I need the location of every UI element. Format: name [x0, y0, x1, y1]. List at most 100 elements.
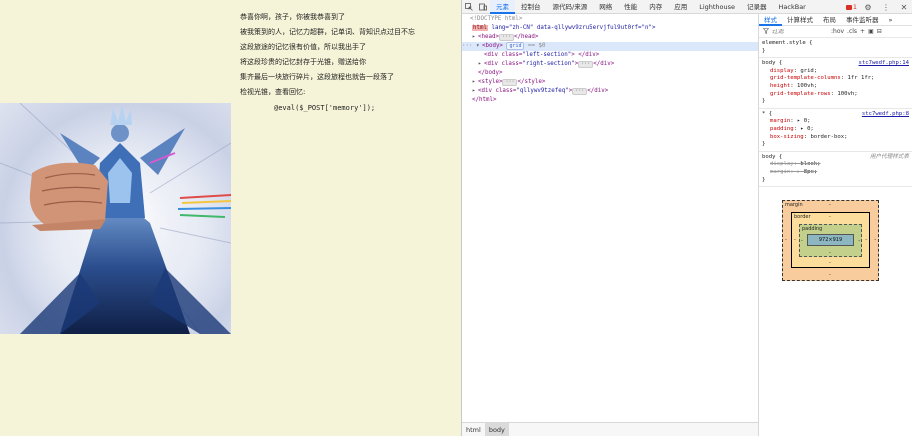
add-rule-icon[interactable]: +: [860, 28, 865, 35]
filter-icon: [762, 27, 770, 36]
story-text: 恭喜你啊，孩子，你被我恭喜到了 被我策到的人，记忆力超群，记单词、背知识点过目不…: [240, 10, 455, 116]
error-badge[interactable]: 1: [845, 3, 857, 11]
css-property[interactable]: box-sizing: border-box;: [762, 134, 910, 142]
doctype-node[interactable]: <!DOCTYPE html>: [470, 15, 522, 24]
tab-application[interactable]: 应用: [668, 0, 693, 14]
tab-console[interactable]: 控制台: [515, 0, 547, 14]
head-node[interactable]: ▸ <head> ··· </head>: [472, 33, 538, 42]
story-line: 这段旅途的记忆很有价值，所以我出手了: [240, 43, 366, 52]
rendered-page: 恭喜你啊，孩子，你被我恭喜到了 被我策到的人，记忆力超群，记单词、背知识点过目不…: [0, 0, 461, 436]
padding-left-value[interactable]: -: [801, 238, 803, 244]
tab-recorder[interactable]: 记录器: [741, 0, 773, 14]
error-count: 1: [852, 3, 857, 11]
css-property[interactable]: display: block;: [762, 161, 910, 169]
left-section-node[interactable]: <div class="left-section"> </div>: [484, 51, 599, 60]
css-property[interactable]: margin: ▸ 0;: [762, 118, 910, 126]
right-section-node[interactable]: ▸ <div class="right-section"> ··· </div>: [478, 60, 614, 69]
inspect-element-icon[interactable]: [462, 0, 476, 14]
breadcrumb-body[interactable]: body: [484, 422, 509, 436]
paint-icon[interactable]: ▣: [868, 28, 874, 35]
story-line: 检视光锥，查看回忆:: [240, 88, 306, 97]
breadcrumb: html body: [462, 422, 758, 436]
code-snippet: @eval($_POST['memory']);: [274, 103, 376, 112]
tab-styles[interactable]: 样式: [759, 14, 782, 26]
tab-performance[interactable]: 性能: [618, 0, 643, 14]
story-line: 被我策到的人，记忆力超群，记单词、背知识点过目不忘: [240, 28, 415, 37]
close-icon[interactable]: ✕: [897, 0, 911, 14]
story-line: 将这段珍贵的记忆封存于光锥，赠送给你: [240, 58, 366, 67]
source-link[interactable]: stc7wedf.php:14: [858, 60, 909, 68]
css-property[interactable]: grid-template-columns: 1fr 1fr;: [762, 75, 910, 83]
margin-right-value[interactable]: -: [874, 237, 876, 243]
ellipsis-badge[interactable]: ···: [572, 88, 588, 95]
margin-top-value[interactable]: -: [829, 202, 831, 208]
breadcrumb-html[interactable]: html: [462, 423, 485, 436]
ellipsis-badge[interactable]: ···: [578, 61, 594, 68]
border-right-value[interactable]: -: [865, 237, 867, 243]
css-property[interactable]: grid-template-rows: 100vh;: [762, 91, 910, 99]
margin-label: margin: [785, 202, 803, 208]
user-agent-label: 用户代理样式表: [869, 153, 909, 160]
css-property[interactable]: height: 100vh;: [762, 83, 910, 91]
css-property[interactable]: margin: ▸ 8px;: [762, 169, 910, 177]
devtools-panel: 元素 控制台 源代码/来源 网络 性能 内存 应用 Lighthouse 记录器…: [461, 0, 912, 436]
html-attrs: lang="zh-CN" data-qllywv9zru5ervjful9ut0…: [487, 25, 656, 31]
universal-rule[interactable]: stc7wedf.php:8 * { margin: ▸ 0; padding:…: [759, 109, 912, 152]
styles-subtabs: 样式 计算样式 布局 事件监听器 »: [759, 14, 912, 26]
grid-badge[interactable]: grid: [506, 42, 525, 50]
ellipsis-badge[interactable]: ···: [502, 79, 518, 86]
tab-elements[interactable]: 元素: [490, 0, 515, 14]
css-property[interactable]: padding: ▸ 0;: [762, 126, 910, 134]
cls-button[interactable]: .cls: [847, 28, 857, 35]
row-menu-icon[interactable]: ···: [462, 43, 472, 49]
filter-input[interactable]: [772, 28, 828, 35]
border-label: border: [794, 214, 811, 220]
padding-right-value[interactable]: -: [858, 238, 860, 244]
html-close-node[interactable]: </html>: [472, 96, 496, 105]
content-box[interactable]: 972×919: [807, 234, 854, 246]
tab-lighthouse[interactable]: Lighthouse: [693, 0, 741, 14]
element-style-rule[interactable]: element.style { }: [759, 38, 912, 59]
tab-hackbar[interactable]: HackBar: [773, 0, 812, 14]
gear-icon[interactable]: ⚙: [861, 0, 875, 14]
border-left-value[interactable]: -: [794, 237, 796, 243]
body-close-node[interactable]: </body>: [478, 69, 502, 78]
ellipsis-badge[interactable]: ···: [498, 34, 514, 41]
div-node[interactable]: ▸ <div class="qllywv9tzefeq"> ··· </div>: [472, 87, 608, 96]
padding-label: padding: [802, 226, 823, 232]
story-line: 集齐最后一块旅行碎片，这段旅程也就告一段落了: [240, 73, 394, 82]
html-tag: html: [472, 25, 488, 31]
border-bottom-value[interactable]: -: [829, 260, 831, 266]
device-toolbar-icon[interactable]: [476, 0, 490, 14]
padding-bottom-value[interactable]: -: [829, 250, 831, 256]
more-vert-icon[interactable]: ⋮: [879, 0, 893, 14]
border-box: border - - - - padding - - - 972×919: [791, 212, 870, 268]
story-line: 恭喜你啊，孩子，你被我恭喜到了: [240, 13, 345, 21]
devtools-tabbar: 元素 控制台 源代码/来源 网络 性能 内存 应用 Lighthouse 记录器…: [462, 0, 912, 14]
tab-layout[interactable]: 布局: [818, 14, 841, 26]
more-subtabs-button[interactable]: »: [884, 14, 898, 26]
styles-pane: 样式 计算样式 布局 事件监听器 » :hov .cls + ▣ ⊟ eleme…: [758, 14, 912, 436]
tab-sources[interactable]: 源代码/来源: [547, 0, 594, 14]
tab-event-listeners[interactable]: 事件监听器: [841, 14, 884, 26]
margin-left-value[interactable]: -: [785, 237, 787, 243]
css-property[interactable]: display: grid;: [762, 68, 910, 76]
tab-network[interactable]: 网络: [593, 0, 618, 14]
hov-button[interactable]: :hov: [831, 28, 844, 35]
tab-computed[interactable]: 计算样式: [782, 14, 818, 26]
user-agent-rule[interactable]: 用户代理样式表 body { display: block; margin: ▸…: [759, 152, 912, 188]
body-rule[interactable]: stc7wedf.php:14 body { display: grid; gr…: [759, 58, 912, 109]
style-node[interactable]: ▸ <style> ··· </style>: [472, 78, 545, 87]
hero-image: [0, 103, 231, 334]
error-icon: [845, 4, 852, 10]
selected-marker: == $0: [527, 43, 546, 49]
body-node[interactable]: ··· ▾ <body> grid == $0: [462, 42, 758, 51]
elements-tree: <!DOCTYPE html> html lang="zh-CN" data-q…: [462, 14, 758, 422]
html-node[interactable]: html lang="zh-CN" data-qllywv9zru5ervjfu…: [472, 24, 656, 33]
computed-toggle-icon[interactable]: ⊟: [877, 28, 882, 35]
padding-box: padding - - - 972×919: [799, 224, 862, 257]
source-link[interactable]: stc7wedf.php:8: [862, 111, 909, 119]
tab-memory[interactable]: 内存: [643, 0, 668, 14]
border-top-value[interactable]: -: [829, 214, 831, 220]
margin-bottom-value[interactable]: -: [829, 272, 831, 278]
